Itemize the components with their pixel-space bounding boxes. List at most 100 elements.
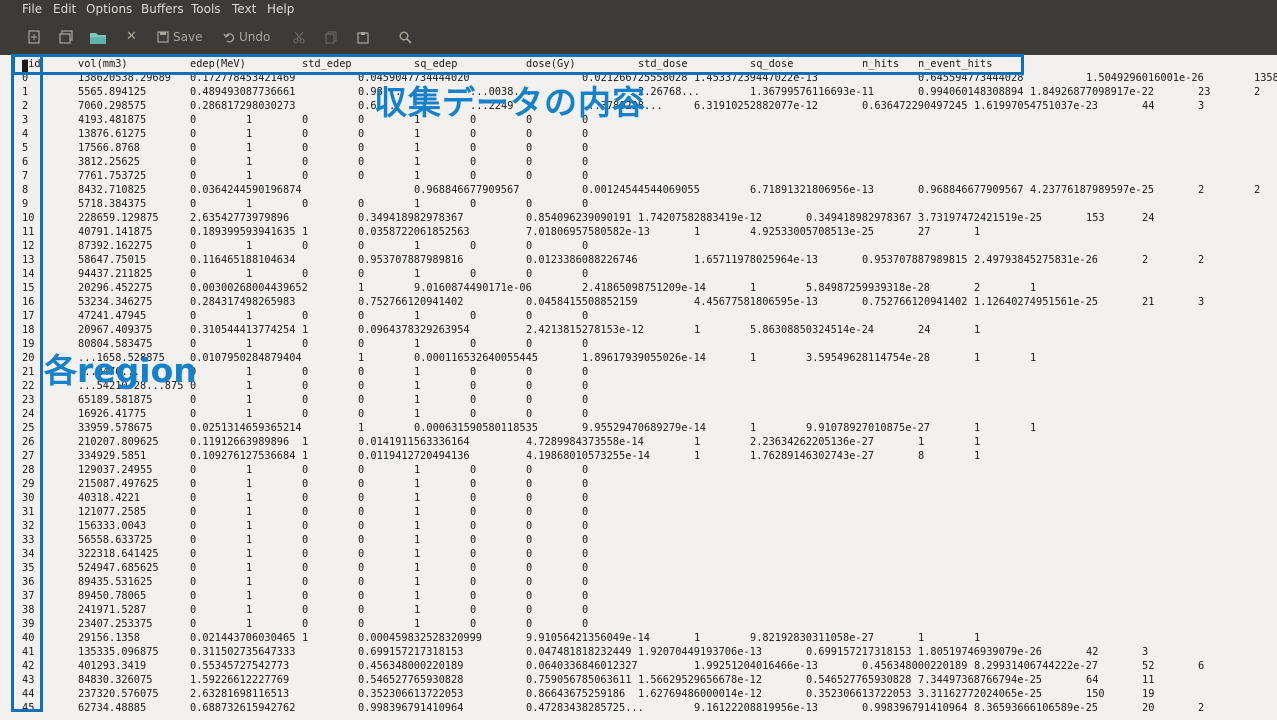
menu-text[interactable]: Text [232, 2, 256, 16]
table-cell: 0 [190, 464, 197, 476]
table-cell: 0 [190, 170, 197, 182]
table-cell: 0 [302, 394, 309, 406]
table-cell: 0 [470, 394, 477, 406]
table-cell: 1 [246, 562, 253, 574]
copy-button[interactable] [325, 28, 337, 46]
table-cell: 1 [246, 268, 253, 280]
open-folder-button[interactable] [89, 28, 107, 46]
table-cell: 24 [918, 324, 931, 336]
table-cell: 0.998396791410964 [358, 702, 464, 714]
table-cell: 0 [582, 604, 589, 616]
table-cell: 524947.685625 [78, 562, 159, 574]
table-cell: 1 [358, 422, 365, 434]
table-cell: 0 [582, 576, 589, 588]
menu-file[interactable]: File [22, 2, 42, 16]
search-button[interactable] [399, 28, 412, 46]
table-cell: 0 [526, 170, 533, 182]
table-cell: 0 [302, 142, 309, 154]
table-cell: 1 [246, 576, 253, 588]
undo-button[interactable]: Undo [223, 28, 270, 46]
table-cell: 0 [302, 156, 309, 168]
table-row: 30 40318.4221 0 1 0 0 1 0 0 0 [0, 492, 1277, 506]
table-cell: 0 [358, 548, 365, 560]
table-cell: 0 [526, 408, 533, 420]
table-cell: 0 [582, 408, 589, 420]
toolbar: ✕ Save Undo [0, 19, 1277, 55]
table-cell: 1 [974, 324, 981, 336]
table-cell: 1 [414, 604, 421, 616]
table-cell: 0 [302, 590, 309, 602]
save-label: Save [173, 30, 203, 44]
table-cell: 0 [190, 590, 197, 602]
table-cell: 0 [470, 576, 477, 588]
new-file-button[interactable] [28, 28, 40, 46]
table-cell: 0 [470, 562, 477, 574]
table-cell: 1 [246, 506, 253, 518]
table-cell: 2 [1198, 254, 1205, 266]
table-cell: 0.759056785063611 [526, 674, 632, 686]
table-cell: 0 [302, 464, 309, 476]
folder-icon [90, 32, 106, 44]
table-row: 43 84830.326075 1.59226612227769 0.54652776… [0, 674, 1277, 688]
table-cell: 0 [190, 604, 197, 616]
paste-button[interactable] [357, 28, 369, 46]
table-cell: 0.55345727542773 [190, 660, 290, 672]
table-cell: 0.546527765930828 [358, 674, 464, 686]
table-cell: 1 [246, 198, 253, 210]
menu-buffers[interactable]: Buffers [141, 2, 184, 16]
table-cell: 2.26768... [638, 86, 700, 98]
menu-options[interactable]: Options [86, 2, 132, 16]
table-cell: 0.000459832528320999 [358, 632, 482, 644]
table-cell: 0 [358, 562, 365, 574]
table-cell: 1 [414, 338, 421, 350]
table-cell: 0 [582, 548, 589, 560]
table-cell: 0 [582, 534, 589, 546]
table-cell: 6.31910252882077e-12 [694, 100, 818, 112]
table-cell: 0 [190, 520, 197, 532]
table-cell: 1 [694, 324, 701, 336]
close-buffer-button[interactable]: ✕ [126, 28, 137, 46]
table-cell: 0 [302, 366, 309, 378]
table-row: 10 228659.129875 2.63542773979896 0.3494189… [0, 212, 1277, 226]
table-cell: 0.953707887989816 [358, 254, 464, 266]
table-cell: 0 [358, 590, 365, 602]
table-cell: 0 [302, 604, 309, 616]
table-cell: 1 [414, 464, 421, 476]
table-cell: 0 [358, 240, 365, 252]
menu-help[interactable]: Help [267, 2, 294, 16]
table-cell: 1 [414, 380, 421, 392]
table-cell: 0 [582, 170, 589, 182]
table-cell: 1 [414, 408, 421, 420]
table-cell: 1358 [1254, 72, 1277, 84]
undo-icon [223, 33, 235, 43]
table-cell: 0 [470, 478, 477, 490]
table-cell: 0 [470, 310, 477, 322]
cut-button[interactable] [293, 28, 305, 46]
table-cell: 0.310544413774254 [190, 324, 296, 336]
new-window-button[interactable] [59, 28, 73, 46]
table-row: 13 58647.75015 0.116465188104634 0.95370788… [0, 254, 1277, 268]
table-cell: 5718.384375 [78, 198, 147, 210]
save-button[interactable]: Save [157, 28, 202, 46]
table-cell: 0.349418982978367 [358, 212, 464, 224]
header-highlight-box [12, 54, 1024, 75]
copy-icon [325, 31, 337, 43]
table-cell: 1 [918, 632, 925, 644]
menu-edit[interactable]: Edit [53, 2, 76, 16]
table-cell: 1 [694, 632, 701, 644]
table-cell: 0 [470, 506, 477, 518]
menu-tools[interactable]: Tools [191, 2, 221, 16]
table-cell: 8 [918, 450, 925, 462]
table-cell: 0.998396791410964 [862, 702, 968, 714]
table-cell: 0 [190, 492, 197, 504]
table-cell: 0.688732615942762 [190, 702, 296, 714]
table-cell: 1 [414, 366, 421, 378]
table-row: 36 89435.531625 0 1 0 0 1 0 0 0 [0, 576, 1277, 590]
table-cell: 0.994060148308894 [918, 86, 1024, 98]
table-cell: 0 [470, 156, 477, 168]
table-cell: 1 [414, 394, 421, 406]
table-row: 41 135335.096875 0.311502735647333 0.699157… [0, 646, 1277, 660]
table-cell: 0 [302, 268, 309, 280]
table-cell: 0 [470, 240, 477, 252]
region-highlight-box [11, 54, 43, 712]
